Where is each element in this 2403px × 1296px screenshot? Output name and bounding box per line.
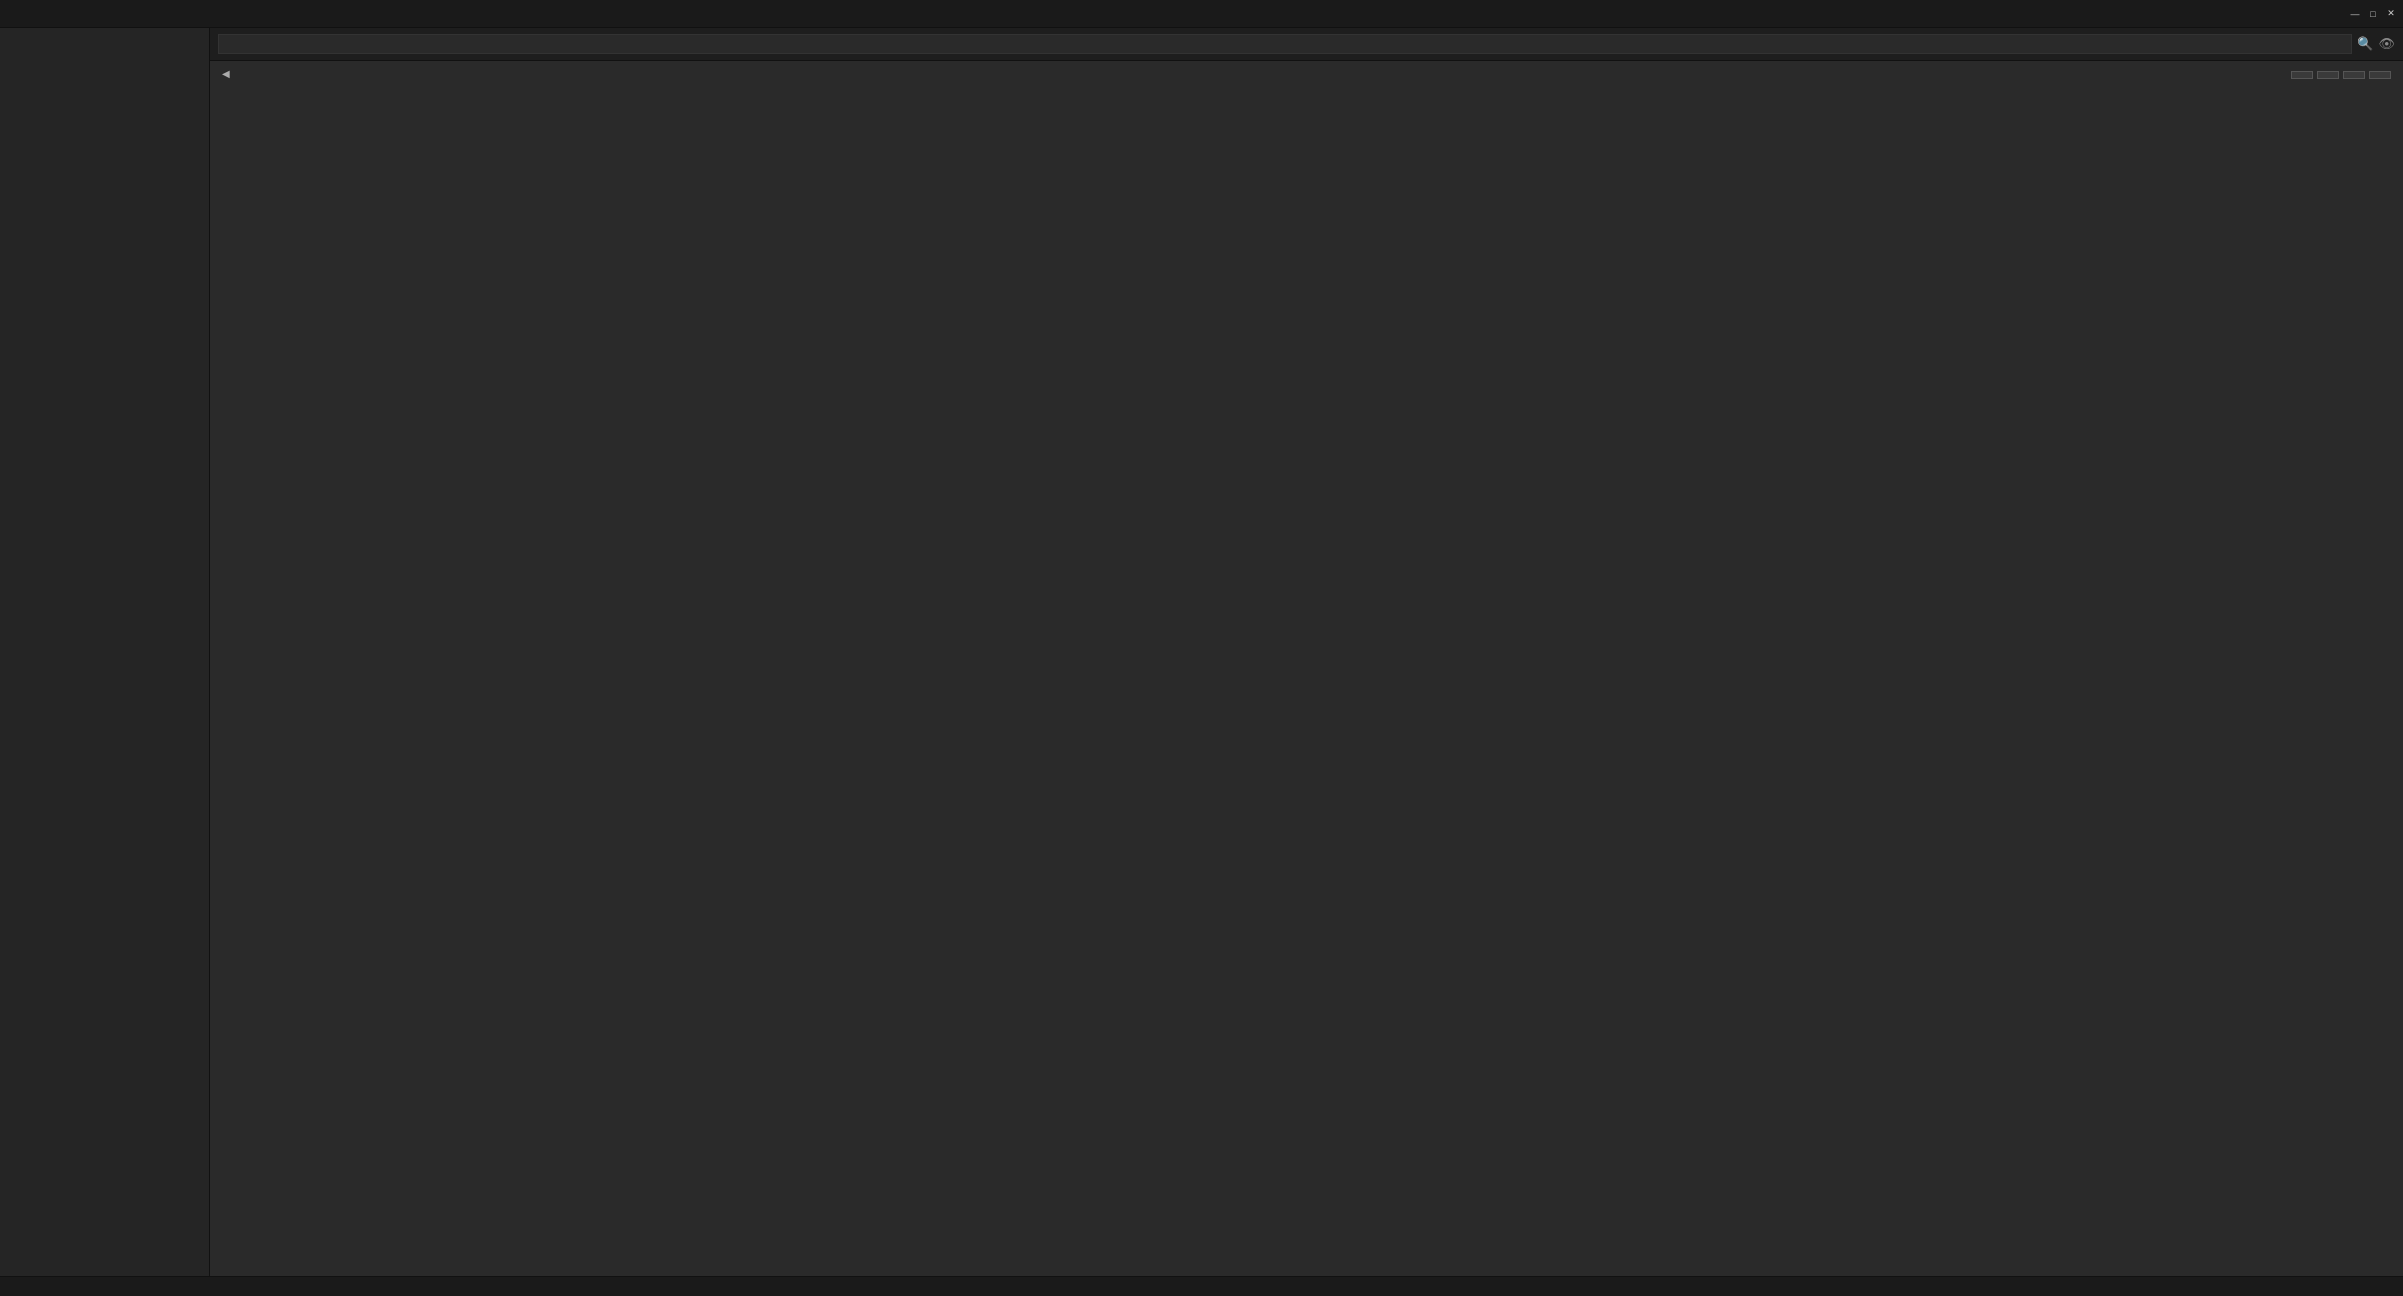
section-title-left: ◀ xyxy=(222,69,236,80)
export-button[interactable] xyxy=(2317,71,2339,79)
import-button[interactable] xyxy=(2343,71,2365,79)
content-area: 🔍 👁 ◀ xyxy=(210,28,2403,1276)
reset-to-defaults-button[interactable] xyxy=(2369,71,2391,79)
statusbar xyxy=(0,1276,2403,1296)
section-buttons xyxy=(2291,71,2391,79)
search-bar: 🔍 👁 xyxy=(210,28,2403,61)
main-layout: 🔍 👁 ◀ xyxy=(0,28,2403,1276)
titlebar: — □ ✕ xyxy=(0,0,2403,28)
close-button[interactable]: ✕ xyxy=(2384,7,2398,21)
search-icon: 🔍 xyxy=(2357,36,2373,52)
window-controls: — □ ✕ xyxy=(2343,7,2403,21)
maximize-button[interactable]: □ xyxy=(2366,7,2380,21)
app-logo xyxy=(0,0,28,28)
set-as-default-button[interactable] xyxy=(2291,71,2313,79)
visibility-icon[interactable]: 👁 xyxy=(2378,36,2395,52)
section-subtitle xyxy=(210,88,2403,96)
section-title: ◀ xyxy=(210,61,2403,88)
sidebar xyxy=(0,28,210,1276)
tabs-bar xyxy=(28,0,2343,27)
collapse-section-arrow[interactable]: ◀ xyxy=(222,69,230,80)
search-input[interactable] xyxy=(218,34,2352,54)
minimize-button[interactable]: — xyxy=(2348,7,2362,21)
